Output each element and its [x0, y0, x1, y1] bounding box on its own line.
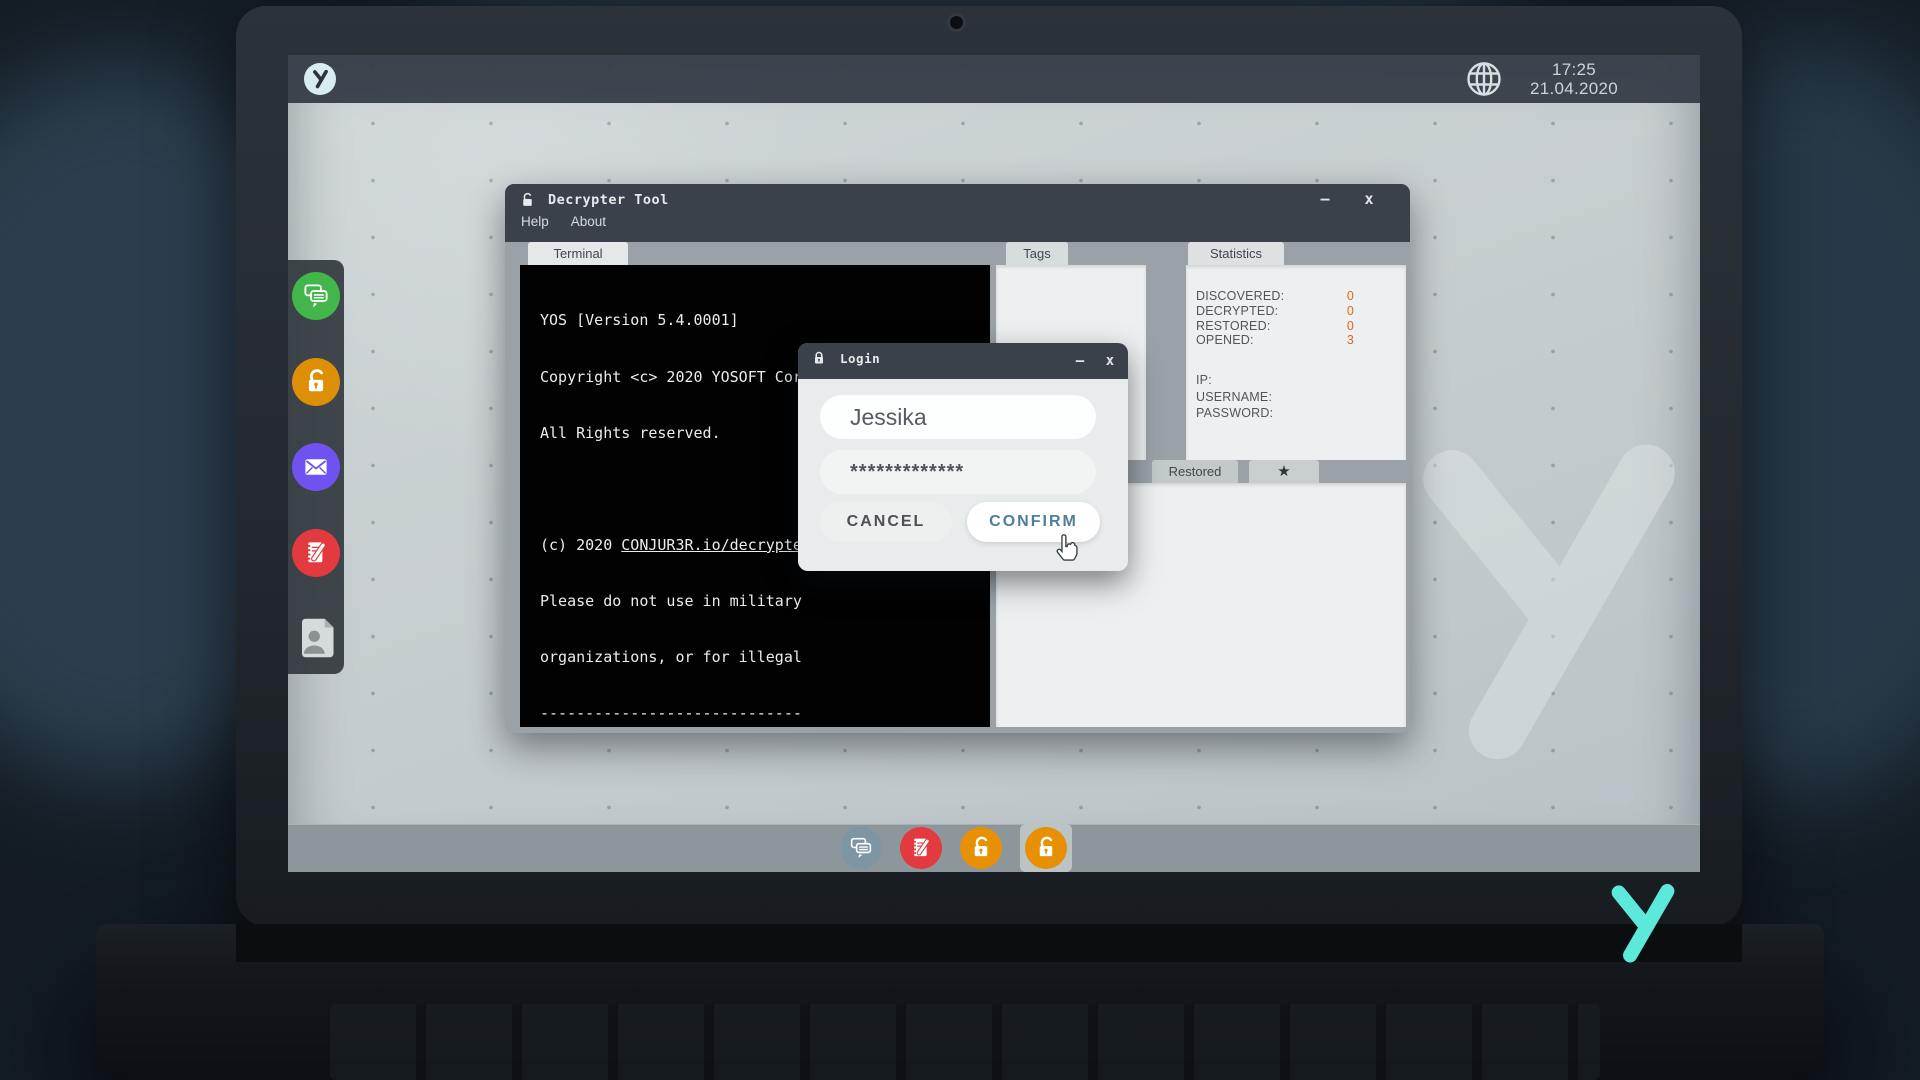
- clock-date: 21.04.2020: [1514, 79, 1634, 98]
- field-label: IP:: [1186, 373, 1406, 389]
- laptop-screen: 17:25 21.04.2020: [288, 55, 1700, 872]
- dialog-title: Login: [840, 351, 880, 366]
- sidebar-item-notes[interactable]: [292, 529, 340, 577]
- cancel-button[interactable]: CANCEL: [820, 502, 952, 542]
- taskbar-active-highlight[interactable]: [1020, 824, 1072, 872]
- stat-value: 0: [1347, 289, 1354, 304]
- decrypter-titlebar[interactable]: Decrypter Tool — x Help About: [505, 184, 1410, 242]
- terminal-link[interactable]: CONJUR3R.io/decrypte: [621, 536, 802, 554]
- notepad-icon: [299, 536, 333, 570]
- field-label: PASSWORD:: [1186, 406, 1406, 422]
- terminal-line: organizations, or for illegal: [540, 648, 984, 667]
- tab-terminal[interactable]: Terminal: [528, 242, 628, 265]
- stat-row: OPENED:3: [1186, 333, 1406, 348]
- unlock-icon: [966, 833, 996, 863]
- laptop-hinge: [236, 924, 1742, 962]
- minimize-button[interactable]: —: [1068, 350, 1092, 372]
- menu-about[interactable]: About: [571, 214, 606, 229]
- chat-bubbles-icon: [846, 833, 876, 863]
- y-logo-icon: [312, 70, 329, 89]
- taskbar-item-decrypter[interactable]: [960, 827, 1002, 869]
- clock: 17:25 21.04.2020: [1514, 60, 1634, 98]
- taskbar-item-notes[interactable]: [900, 827, 942, 869]
- mail-icon: [299, 450, 333, 484]
- terminal-line: -----------------------------: [540, 704, 984, 723]
- stat-row: DECRYPTED:0: [1186, 304, 1406, 319]
- lock-icon: [811, 350, 827, 366]
- tab-statistics[interactable]: Statistics: [1188, 242, 1284, 265]
- topbar: 17:25 21.04.2020: [288, 55, 1700, 103]
- username-input[interactable]: [820, 395, 1096, 439]
- tab-restored[interactable]: Restored: [1152, 460, 1238, 483]
- password-input[interactable]: [820, 450, 1096, 494]
- minimize-button[interactable]: —: [1312, 188, 1338, 210]
- sidebar-item-contacts[interactable]: [292, 614, 340, 662]
- unlock-icon: [299, 365, 333, 399]
- unlock-icon: [1031, 833, 1061, 863]
- statistics-panel: DISCOVERED:0 DECRYPTED:0 RESTORED:0 OPEN…: [1186, 265, 1406, 460]
- taskbar: [288, 824, 1700, 872]
- contact-file-icon: [295, 615, 337, 661]
- os-menu-button[interactable]: [304, 63, 336, 95]
- laptop-keyboard: [330, 1004, 1600, 1080]
- clock-time: 17:25: [1514, 60, 1634, 79]
- stat-value: 0: [1347, 304, 1354, 319]
- sidebar-item-decrypter[interactable]: [292, 358, 340, 406]
- close-button[interactable]: x: [1098, 350, 1122, 372]
- close-button[interactable]: x: [1356, 188, 1382, 210]
- window-title: Decrypter Tool: [548, 192, 669, 208]
- unlock-icon: [519, 191, 536, 208]
- notepad-icon: [906, 833, 936, 863]
- hand-cursor: [1052, 533, 1082, 565]
- sidebar-item-mail[interactable]: [292, 443, 340, 491]
- stat-value: 3: [1347, 333, 1354, 348]
- taskbar-item-messenger[interactable]: [840, 827, 882, 869]
- stat-value: 0: [1347, 319, 1354, 334]
- stat-row: DISCOVERED:0: [1186, 289, 1406, 304]
- terminal-line: Please do not use in military: [540, 592, 984, 611]
- tab-tags[interactable]: Tags: [1006, 242, 1068, 265]
- sidebar-dock: [288, 260, 344, 674]
- webcam: [950, 16, 963, 29]
- menu-help[interactable]: Help: [521, 214, 549, 229]
- globe-icon[interactable]: [1464, 59, 1504, 99]
- stat-row: RESTORED:0: [1186, 319, 1406, 334]
- desktop-y-watermark: [1406, 423, 1692, 795]
- sidebar-item-messenger[interactable]: [292, 272, 340, 320]
- laptop-brand-logo: [1606, 884, 1680, 966]
- tab-favorites-star[interactable]: ★: [1249, 460, 1319, 483]
- login-titlebar[interactable]: Login — x: [798, 343, 1128, 379]
- terminal-line: YOS [Version 5.4.0001]: [540, 311, 984, 330]
- taskbar-item-decrypter-login[interactable]: [1025, 827, 1067, 869]
- chat-bubbles-icon: [299, 279, 333, 313]
- field-label: USERNAME:: [1186, 390, 1406, 406]
